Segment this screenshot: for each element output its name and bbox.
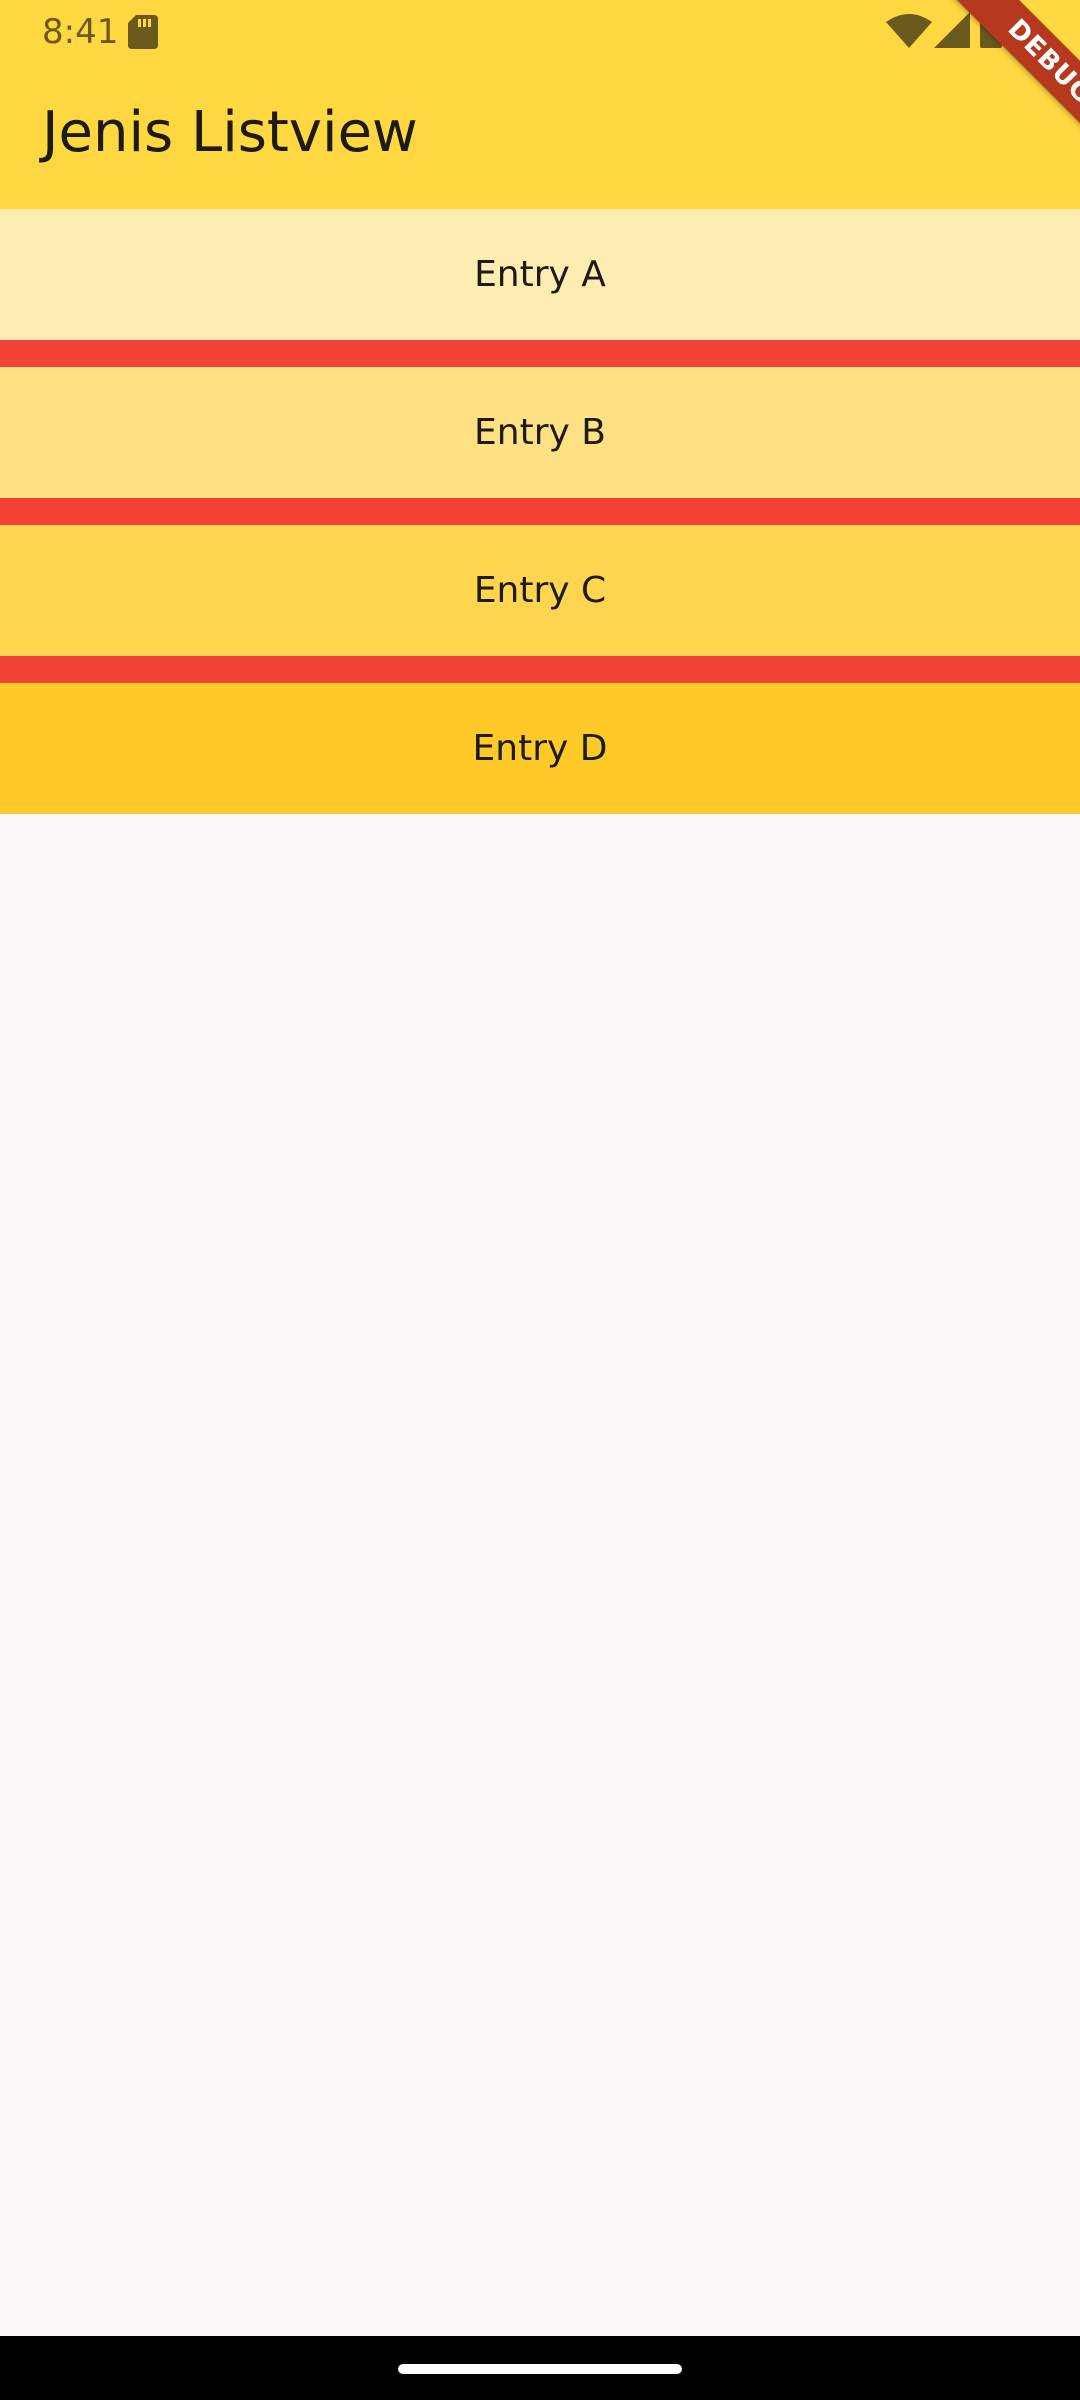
home-gesture-handle[interactable] [398,2364,682,2374]
list-item-entry-b[interactable]: Entry B [0,367,1080,498]
entry-list: Entry A Entry B Entry C Entry D [0,209,1080,814]
list-item-label: Entry B [474,412,606,453]
list-separator [0,498,1080,525]
list-item-label: Entry C [473,570,607,611]
list-item-entry-d[interactable]: Entry D [0,683,1080,814]
debug-banner: DEBUG [920,0,1080,160]
app-bar: 8:41 Jenis Listview [0,0,1080,209]
list-item-label: Entry D [472,728,608,769]
list-separator [0,656,1080,683]
list-separator [0,340,1080,367]
list-item-label: Entry A [474,254,606,295]
list-item-entry-c[interactable]: Entry C [0,525,1080,656]
sd-card-icon [128,15,158,49]
status-bar: 8:41 [0,0,1080,63]
page-title: Jenis Listview [42,100,418,165]
system-navigation-bar [0,2336,1080,2400]
debug-ribbon-label: DEBUG [942,0,1080,160]
list-item-entry-a[interactable]: Entry A [0,209,1080,340]
status-time: 8:41 [42,12,119,52]
